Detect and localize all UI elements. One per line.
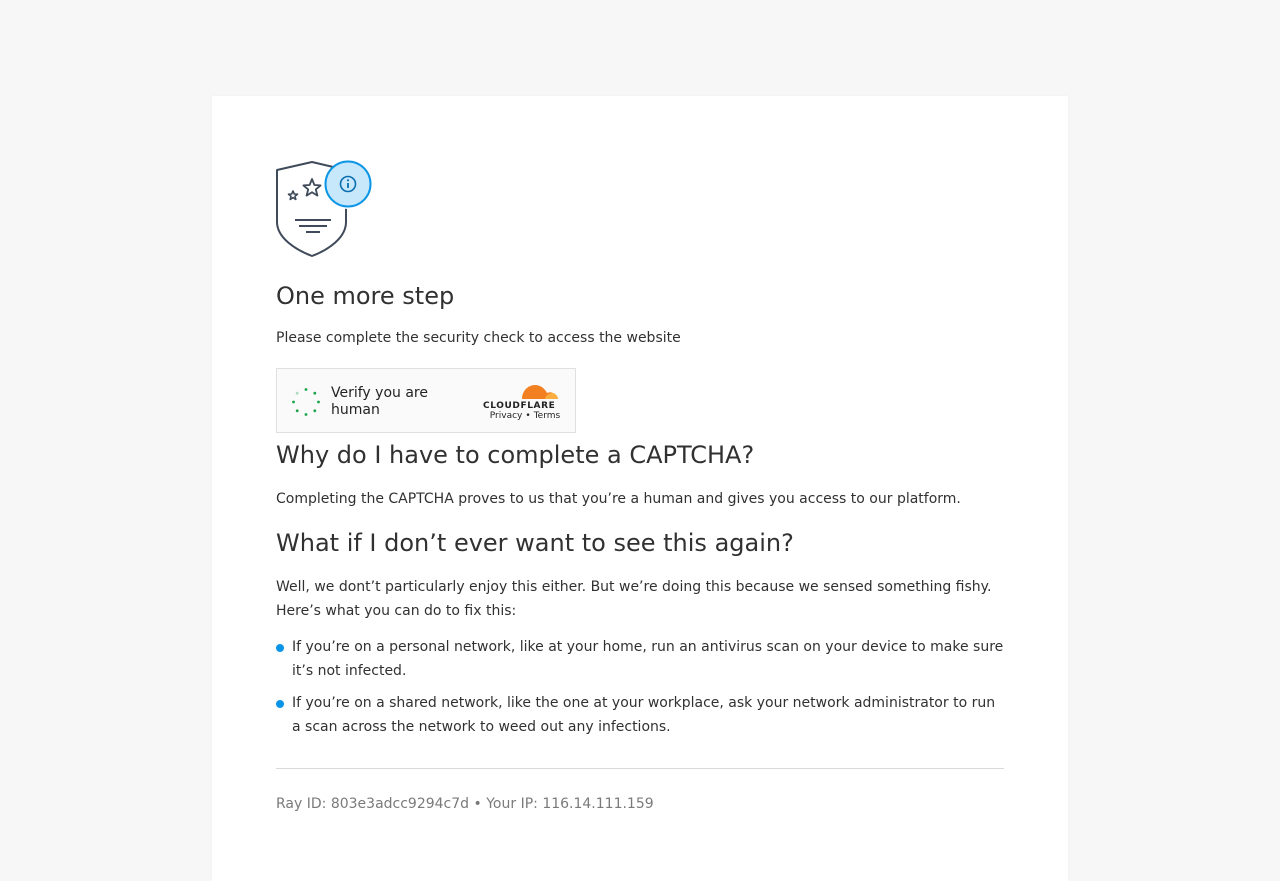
list-item-text: If you’re on a personal network, like at…	[292, 639, 1004, 679]
footer-divider	[276, 768, 1004, 769]
list-item: If you’re on a personal network, like at…	[276, 635, 1004, 683]
page-title: One more step	[276, 282, 455, 310]
links-separator: •	[525, 411, 531, 421]
shield-icon	[276, 160, 373, 257]
turnstile-widget[interactable]: Verify you are human CLOUDFLARE Privacy •…	[276, 368, 576, 433]
cloudflare-logo: CLOUDFLARE	[483, 385, 558, 409]
page-subtitle: Please complete the security check to ac…	[276, 330, 681, 346]
list-item: If you’re on a shared network, like the …	[276, 691, 1004, 739]
footer-separator: •	[473, 796, 482, 812]
loading-spinner-icon	[292, 388, 320, 416]
privacy-link[interactable]: Privacy	[490, 411, 523, 421]
whatif-body: Well, we dont’t particularly enjoy this …	[276, 579, 992, 619]
widget-links: Privacy • Terms	[485, 411, 565, 421]
ip-label: Your IP:	[486, 796, 538, 812]
challenge-content: One more step Please complete the securi…	[276, 160, 1004, 812]
ip-value: 116.14.111.159	[542, 796, 654, 812]
challenge-card: One more step Please complete the securi…	[212, 96, 1068, 881]
why-body: Completing the CAPTCHA proves to us that…	[276, 491, 961, 507]
ray-id-label: Ray ID:	[276, 796, 327, 812]
bullet-icon	[276, 700, 284, 708]
ray-id-value: 803e3adcc9294c7d	[330, 796, 470, 812]
terms-link[interactable]: Terms	[534, 411, 561, 421]
bullet-icon	[276, 644, 284, 652]
footer-info: Ray ID: 803e3adcc9294c7d • Your IP: 116.…	[276, 792, 654, 816]
verify-label: Verify you are human	[331, 385, 428, 418]
svg-text:CLOUDFLARE: CLOUDFLARE	[483, 401, 555, 409]
fix-list: If you’re on a personal network, like at…	[276, 635, 1004, 747]
shield-illustration	[276, 160, 376, 257]
whatif-heading: What if I don’t ever want to see this ag…	[276, 529, 794, 557]
list-item-text: If you’re on a shared network, like the …	[292, 695, 996, 735]
why-heading: Why do I have to complete a CAPTCHA?	[276, 441, 755, 469]
info-icon	[339, 175, 357, 193]
